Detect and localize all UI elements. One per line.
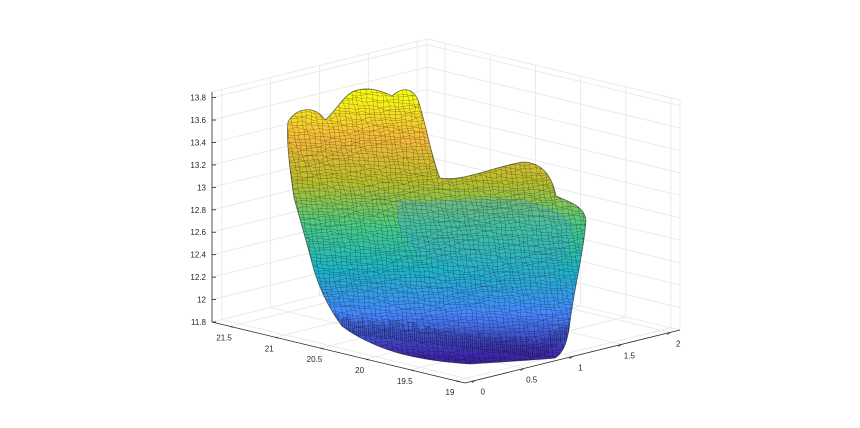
x-tick-mark bbox=[365, 358, 369, 361]
y-tick-label: 0.5 bbox=[526, 376, 538, 385]
z-tick-label: 12.2 bbox=[190, 273, 206, 282]
x-tick-label: 19.5 bbox=[397, 377, 413, 386]
x-tick-mark bbox=[229, 325, 234, 328]
back-wall-grid-z bbox=[426, 44, 681, 106]
mesh-column bbox=[595, 84, 648, 372]
mesh-column bbox=[605, 84, 658, 372]
x-tick-mark bbox=[410, 369, 414, 372]
mesh-row bbox=[287, 360, 586, 365]
x-tick-mark bbox=[320, 347, 324, 350]
mesh-row bbox=[287, 98, 586, 105]
z-tick-label: 13.4 bbox=[190, 138, 206, 147]
y-tick-label: 2 bbox=[676, 339, 681, 348]
mesh-column bbox=[590, 84, 641, 372]
y-tick-label: 1.5 bbox=[624, 351, 636, 360]
y-tick-label: 0 bbox=[481, 388, 486, 397]
mesh-row bbox=[287, 89, 586, 90]
mesh-row bbox=[287, 102, 586, 108]
back-wall-grid-z bbox=[426, 66, 681, 129]
z-tick-label: 13 bbox=[197, 183, 206, 192]
x-tick-label: 19 bbox=[446, 388, 455, 397]
x-tick-mark bbox=[275, 336, 279, 339]
z-tick-label: 13.2 bbox=[190, 161, 206, 170]
x-tick-label: 21.5 bbox=[216, 333, 232, 342]
x-tick-mark bbox=[455, 380, 460, 383]
z-tick-label: 12.8 bbox=[190, 206, 206, 215]
mesh-column bbox=[579, 89, 586, 365]
surface-mesh bbox=[280, 81, 658, 372]
z-tick-label: 12 bbox=[197, 296, 206, 305]
z-tick-label: 11.8 bbox=[191, 318, 207, 327]
mesh-row bbox=[287, 93, 586, 99]
z-tick-label: 12.6 bbox=[190, 228, 206, 237]
mesh-row bbox=[287, 108, 586, 115]
surface-plot: 11.81212.212.412.612.81313.213.413.613.8… bbox=[190, 38, 681, 397]
mesh-row bbox=[280, 81, 590, 87]
mesh-row bbox=[287, 104, 586, 111]
x-tick-label: 20 bbox=[355, 366, 364, 375]
x-tick-label: 20.5 bbox=[307, 355, 323, 364]
box-edge-top-right bbox=[426, 38, 681, 101]
x-tick-label: 21 bbox=[265, 344, 274, 353]
z-tick-label: 13.8 bbox=[190, 94, 206, 103]
y-tick-label: 1 bbox=[578, 364, 583, 373]
mesh-row bbox=[287, 96, 586, 102]
back-wall-grid-z bbox=[426, 89, 681, 151]
z-tick-label: 12.4 bbox=[190, 251, 206, 260]
back-wall-grid-z bbox=[426, 111, 681, 174]
z-tick-label: 13.6 bbox=[190, 116, 206, 125]
